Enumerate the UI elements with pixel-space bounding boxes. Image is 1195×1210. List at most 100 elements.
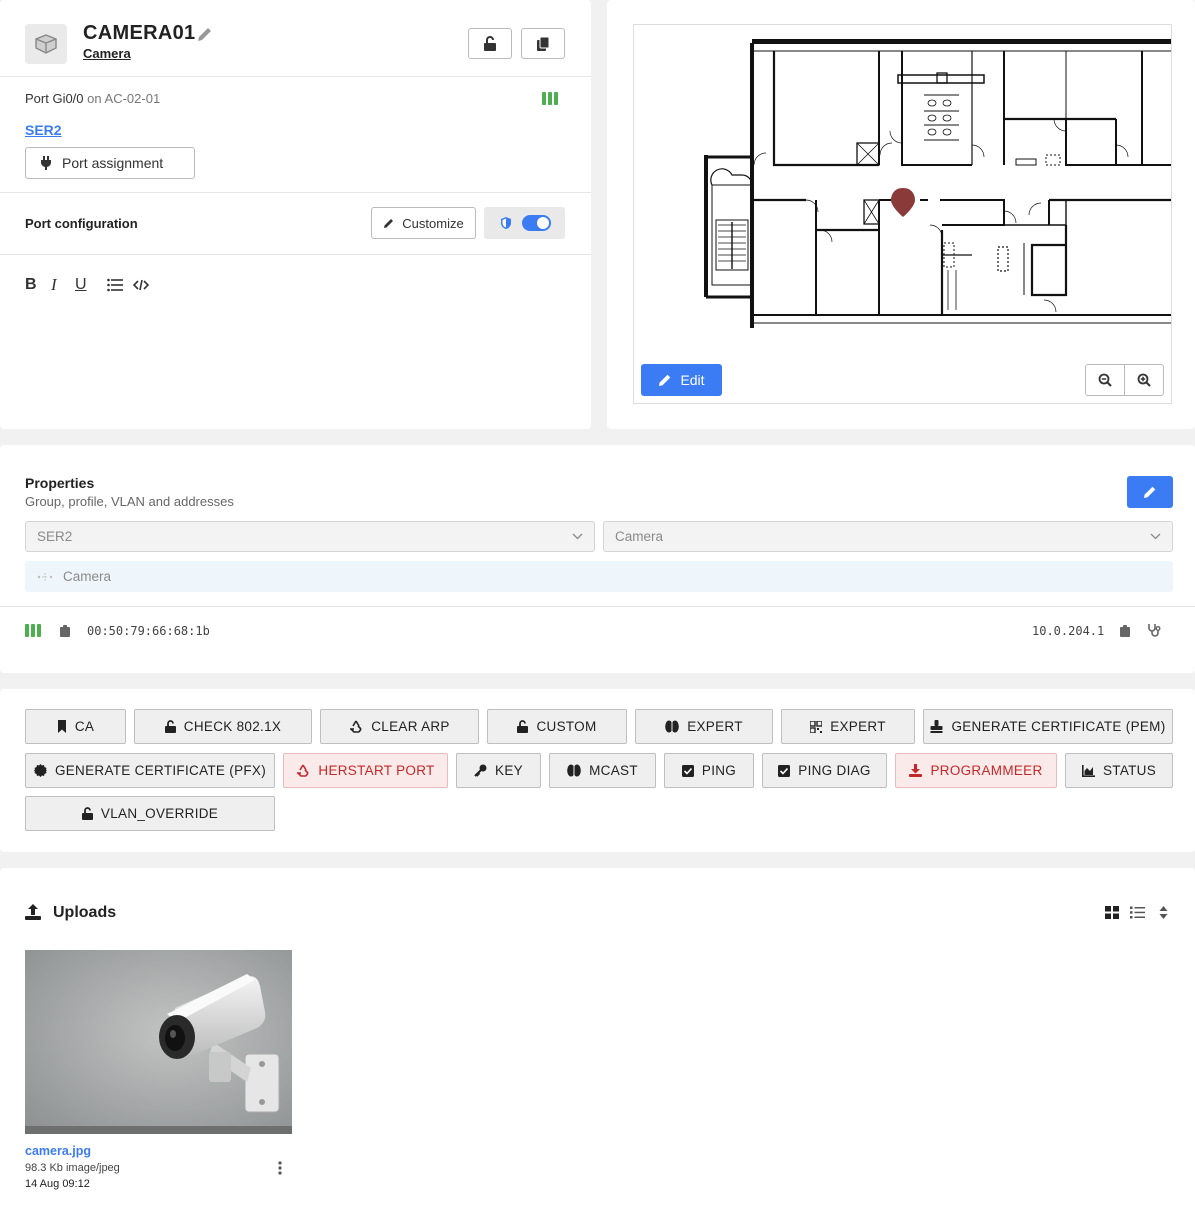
network-icon — [37, 572, 53, 581]
upload-thumbnail[interactable] — [25, 950, 292, 1134]
action-ping-button[interactable]: PING — [664, 753, 754, 788]
action-key-button[interactable]: KEY — [456, 753, 541, 788]
properties-edit-button[interactable] — [1127, 476, 1173, 508]
floor-plan-drawing — [704, 39, 1171, 328]
action-label: MCAST — [589, 763, 638, 778]
shield-icon — [501, 217, 511, 229]
zoom-in-icon — [1137, 373, 1151, 387]
action-label: STATUS — [1102, 763, 1157, 778]
device-type-link[interactable]: Camera — [83, 46, 131, 61]
list-view-icon[interactable] — [1130, 906, 1145, 922]
action-ping-diag-button[interactable]: PING DIAG — [762, 753, 887, 788]
copy-button[interactable] — [521, 28, 565, 59]
action-label: EXPERT — [687, 719, 743, 734]
copy-ip-icon[interactable] — [1120, 625, 1130, 640]
switch-name: AC-02-01 — [104, 91, 161, 106]
upload-file-name[interactable]: camera.jpg — [25, 1144, 91, 1158]
camera-photo — [25, 950, 292, 1134]
action-herstart-port-button[interactable]: HERSTART PORT — [283, 753, 448, 788]
security-toggle[interactable] — [522, 215, 551, 231]
actions-card: CA CHECK 802.1X CLEAR ARP CUSTOM EXPERT … — [0, 689, 1195, 852]
action-expert-button[interactable]: EXPERT — [635, 709, 773, 744]
more-options-icon[interactable] — [278, 1161, 282, 1178]
action-label: CLEAR ARP — [371, 719, 450, 734]
action-check-8021x-button[interactable]: CHECK 802.1X — [134, 709, 312, 744]
action-clear-arp-button[interactable]: CLEAR ARP — [320, 709, 479, 744]
upload-file-date: 14 Aug 09:12 — [25, 1178, 90, 1190]
italic-icon[interactable]: I — [51, 275, 75, 295]
code-icon[interactable] — [133, 279, 149, 291]
action-label: CA — [74, 719, 95, 734]
action-vlan-override-button[interactable]: VLAN_OVERRIDE — [25, 796, 275, 831]
recycle-icon — [350, 720, 362, 733]
uploads-title: Uploads — [53, 904, 117, 921]
action-label: VLAN_OVERRIDE — [100, 806, 219, 821]
port-assignment-label: Port assignment — [62, 155, 164, 171]
list-icon[interactable] — [107, 278, 133, 292]
action-programmeer-button[interactable]: PROGRAMMEER — [895, 753, 1057, 788]
stethoscope-icon[interactable] — [1147, 623, 1161, 640]
chart-area-icon — [1081, 764, 1095, 777]
stamp-icon — [930, 720, 943, 733]
properties-subtitle: Group, profile, VLAN and addresses — [25, 494, 234, 509]
qrcode-icon — [810, 720, 823, 733]
profile-select-value: Camera — [615, 529, 664, 544]
zoom-in-button[interactable] — [1125, 365, 1163, 395]
floor-plan[interactable] — [633, 24, 1172, 404]
customize-label: Customize — [402, 215, 464, 231]
chevron-down-icon — [1150, 533, 1161, 540]
port-label: Port Gi0/0 — [25, 91, 84, 106]
certificate-icon — [33, 764, 47, 777]
action-label: CHECK 802.1X — [183, 719, 282, 734]
action-generate-pem-button[interactable]: GENERATE CERTIFICATE (PEM) — [923, 709, 1173, 744]
upload-file-meta: 98.3 Kb image/jpeg — [25, 1162, 120, 1174]
upload-file-mime: image/jpeg — [65, 1162, 120, 1174]
upload-icon[interactable] — [25, 904, 41, 923]
plug-icon — [41, 156, 51, 170]
chevron-down-icon — [572, 533, 583, 540]
map-edit-button[interactable]: Edit — [641, 364, 722, 396]
action-label: EXPERT — [830, 719, 886, 734]
edit-name-icon[interactable] — [196, 25, 214, 46]
properties-title: Properties — [25, 475, 95, 491]
port-info: Port Gi0/0 on AC-02-01 — [25, 91, 160, 106]
zoom-controls — [1085, 364, 1164, 396]
action-mcast-button[interactable]: MCAST — [549, 753, 656, 788]
action-label: KEY — [495, 763, 523, 778]
brain-icon — [665, 720, 680, 733]
action-generate-pfx-button[interactable]: GENERATE CERTIFICATE (PFX) — [25, 753, 275, 788]
profile-select[interactable]: Camera — [603, 521, 1173, 552]
copy-mac-icon[interactable] — [60, 625, 70, 640]
unlock-button[interactable] — [468, 28, 512, 59]
action-ca-button[interactable]: CA — [25, 709, 126, 744]
action-label: PING DIAG — [798, 763, 871, 778]
checkbox-icon — [681, 764, 694, 777]
mac-address: 00:50:79:66:68:1b — [87, 624, 210, 638]
properties-card: Properties Group, profile, VLAN and addr… — [0, 445, 1195, 673]
copy-icon — [537, 36, 550, 51]
grid-view-icon[interactable] — [1105, 906, 1119, 922]
pencil-icon — [384, 219, 394, 228]
action-custom-button[interactable]: CUSTOM — [487, 709, 627, 744]
map-pin-icon — [891, 188, 915, 217]
action-label: HERSTART PORT — [318, 763, 435, 778]
bookmark-icon — [57, 720, 66, 733]
group-select[interactable]: SER2 — [25, 521, 595, 552]
signal-status-icon — [542, 92, 558, 105]
vlan-tag: Camera — [25, 561, 1173, 592]
brain-icon — [567, 764, 581, 777]
action-expert-qr-button[interactable]: EXPERT — [781, 709, 915, 744]
bold-icon[interactable]: B — [25, 276, 51, 294]
sort-icon[interactable] — [1159, 906, 1168, 922]
underline-icon[interactable]: U — [75, 276, 107, 294]
group-link[interactable]: SER2 — [25, 122, 62, 138]
zoom-out-button[interactable] — [1086, 365, 1125, 395]
action-status-button[interactable]: STATUS — [1065, 753, 1173, 788]
device-name: CAMERA01 — [83, 22, 196, 44]
link-status-icon — [25, 624, 41, 637]
customize-button[interactable]: Customize — [371, 207, 476, 239]
lock-open-icon — [517, 720, 529, 733]
recycle-icon — [297, 764, 310, 777]
port-assignment-button[interactable]: Port assignment — [25, 147, 195, 179]
editor-toolbar: B I U — [25, 275, 149, 295]
